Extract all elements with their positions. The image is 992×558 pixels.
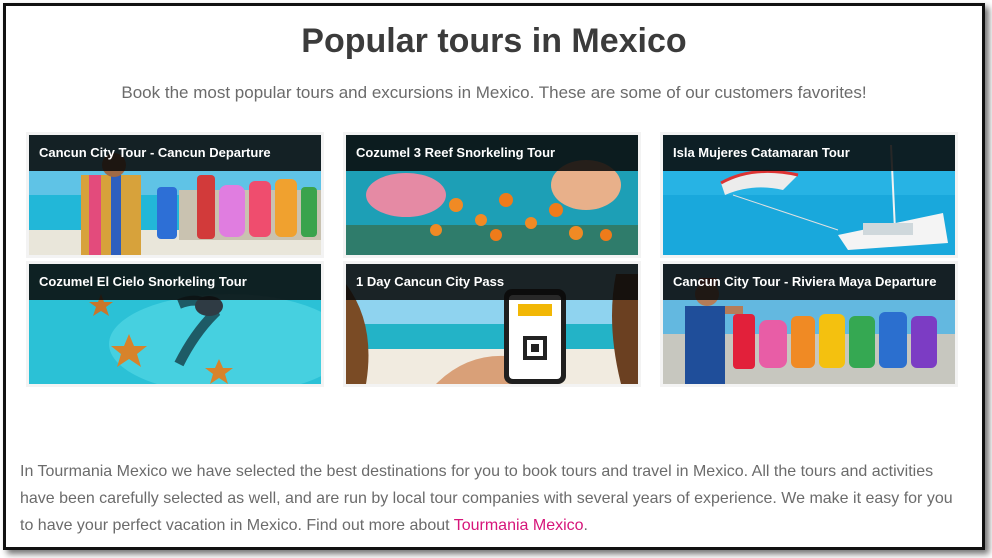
page-frame: Popular tours in Mexico Book the most po… (3, 3, 985, 550)
phone-pass-photo: 1 Day Cancun City Pass (346, 264, 638, 384)
cancun-sign-tourist-photo: Cancun City Tour - Riviera Maya Departur… (663, 264, 955, 384)
intro-paragraph: In Tourmania Mexico we have selected the… (20, 458, 970, 539)
tour-card-label: Cozumel El Cielo Snorkeling Tour (29, 264, 321, 300)
tour-card-city-pass[interactable]: 1 Day Cancun City Pass (343, 261, 641, 387)
tour-card-label: Cancun City Tour - Cancun Departure (29, 135, 321, 171)
reef-snorkeling-photo: Cozumel 3 Reef Snorkeling Tour (346, 135, 638, 255)
starfish-snorkel-photo: Cozumel El Cielo Snorkeling Tour (29, 264, 321, 384)
tour-card-label: Cancun City Tour - Riviera Maya Departur… (663, 264, 955, 300)
intro-trailing: . (583, 517, 588, 534)
tour-card-riviera-maya[interactable]: Cancun City Tour - Riviera Maya Departur… (660, 261, 958, 387)
tour-card-cancun-city-tour[interactable]: Cancun City Tour - Cancun Departure (26, 132, 324, 258)
catamaran-photo: Isla Mujeres Catamaran Tour (663, 135, 955, 255)
page-subtitle: Book the most popular tours and excursio… (121, 83, 867, 102)
cancun-sign-photo: Cancun City Tour - Cancun Departure (29, 135, 321, 255)
page-title: Popular tours in Mexico (301, 22, 687, 60)
tour-card-cozumel-reef[interactable]: Cozumel 3 Reef Snorkeling Tour (343, 132, 641, 258)
tour-card-label: Cozumel 3 Reef Snorkeling Tour (346, 135, 638, 171)
tour-card-label: Isla Mujeres Catamaran Tour (663, 135, 955, 171)
tour-card-isla-mujeres[interactable]: Isla Mujeres Catamaran Tour (660, 132, 958, 258)
tour-card-label: 1 Day Cancun City Pass (346, 264, 638, 300)
tourmania-mexico-link[interactable]: Tourmania Mexico (454, 517, 584, 534)
tour-card-el-cielo[interactable]: Cozumel El Cielo Snorkeling Tour (26, 261, 324, 387)
